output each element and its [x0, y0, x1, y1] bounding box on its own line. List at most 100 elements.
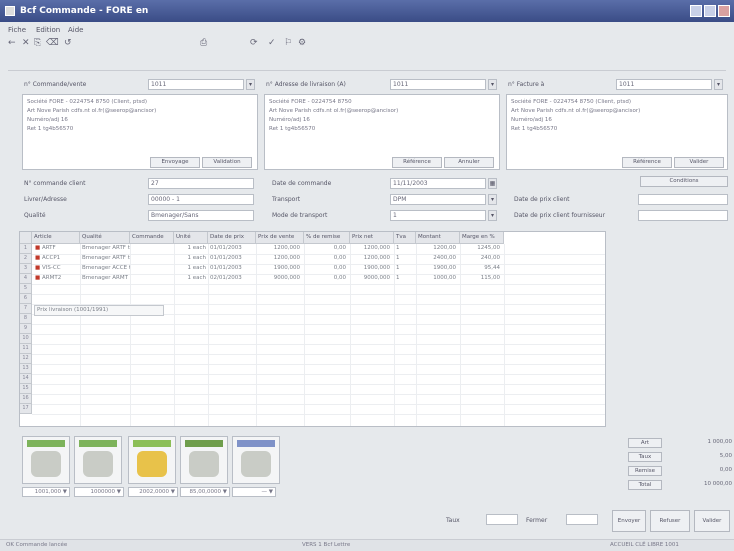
stamp-color-bar	[133, 440, 171, 447]
grid-header-qualite[interactable]: Qualité	[80, 232, 130, 244]
grid-row-line	[32, 344, 605, 345]
valider-button[interactable]: Valider	[694, 510, 730, 532]
row-number[interactable]: 12	[20, 354, 32, 364]
grid-header-tva[interactable]: Tva	[394, 232, 416, 244]
row-number[interactable]: 5	[20, 284, 32, 294]
row-number[interactable]: 7	[20, 304, 32, 314]
product-stamp[interactable]	[22, 436, 70, 484]
facture-reference-button[interactable]: Référence	[622, 157, 672, 168]
address-line: Société FORE - 0224754 8750 (Client, pts…	[27, 99, 148, 105]
mode-transport-input[interactable]: 1	[390, 210, 486, 221]
date-commande-input[interactable]: 11/11/2003	[390, 178, 486, 189]
row-number[interactable]: 9	[20, 324, 32, 334]
grid-header-marge[interactable]: Marge en %	[460, 232, 504, 244]
menu-aide[interactable]: Aide	[68, 26, 83, 34]
table-cell	[130, 255, 174, 264]
row-number[interactable]: 13	[20, 364, 32, 374]
table-cell: 1245,00	[477, 245, 500, 251]
total-button[interactable]: Total	[628, 480, 662, 490]
row-number[interactable]: 8	[20, 314, 32, 324]
mode-transport-dropdown[interactable]: ▾	[488, 210, 497, 221]
remise-button[interactable]: Remise	[628, 466, 662, 476]
commande-validation-button[interactable]: Validation	[202, 157, 252, 168]
grid-row-line	[32, 354, 605, 355]
row-number[interactable]: 1	[20, 244, 32, 254]
qualite-input[interactable]: Bmenager/Sans	[148, 210, 254, 221]
product-stamp[interactable]	[232, 436, 280, 484]
grid-header-prix-net[interactable]: Prix net	[350, 232, 394, 244]
row-number[interactable]: 2	[20, 254, 32, 264]
print-icon[interactable]: ⎙	[200, 38, 207, 48]
fermer-input[interactable]	[566, 514, 598, 525]
back-icon[interactable]: ←	[8, 38, 16, 48]
transport-dropdown[interactable]: ▾	[488, 194, 497, 205]
stamp-value[interactable]: 1000000 ▼	[74, 487, 124, 497]
grid-header-remise[interactable]: % de remise	[304, 232, 350, 244]
grid-note[interactable]: Prix livraison (1001/1991)	[34, 305, 164, 316]
order-lines-grid[interactable]: Article Qualité Commande Unité Date de p…	[19, 231, 606, 427]
table-cell: Bmenager ARMT 2.0	[82, 275, 130, 281]
erase-icon[interactable]: ⌫	[46, 38, 59, 48]
product-stamp[interactable]	[74, 436, 122, 484]
copy-icon[interactable]: ⎘	[34, 38, 41, 48]
maximize-button[interactable]	[704, 5, 716, 17]
settings-icon[interactable]: ⚙	[298, 38, 306, 48]
facture-dropdown[interactable]: ▾	[714, 79, 723, 90]
row-number[interactable]: 14	[20, 374, 32, 384]
taux-input[interactable]	[486, 514, 518, 525]
envoyer-button[interactable]: Envoyer	[612, 510, 646, 532]
row-number[interactable]: 10	[20, 334, 32, 344]
facture-input[interactable]: 1011	[616, 79, 712, 90]
delete-icon[interactable]: ✕	[22, 38, 30, 48]
livraison-annuler-button[interactable]: Annuler	[444, 157, 494, 168]
taux-label: Taux	[446, 517, 460, 524]
table-cell: 9000,000	[363, 275, 390, 281]
refresh-icon[interactable]: ⟳	[250, 38, 258, 48]
row-number[interactable]: 4	[20, 274, 32, 284]
livraison-dropdown[interactable]: ▾	[488, 79, 497, 90]
menu-fiche[interactable]: Fiche	[8, 26, 26, 34]
livraison-reference-button[interactable]: Référence	[392, 157, 442, 168]
check-icon[interactable]: ✓	[268, 38, 276, 48]
grid-header-article[interactable]: Article	[32, 232, 80, 244]
stamp-value[interactable]: — ▼	[232, 487, 276, 497]
row-number[interactable]: 3	[20, 264, 32, 274]
grid-header-unite[interactable]: Unité	[174, 232, 208, 244]
livrer-input[interactable]: 00000 - 1	[148, 194, 254, 205]
grid-header-montant[interactable]: Montant	[416, 232, 460, 244]
facture-valider-button[interactable]: Valider	[674, 157, 724, 168]
stamp-value[interactable]: 1001,000 ▼	[22, 487, 70, 497]
refuser-button[interactable]: Refuser	[650, 510, 690, 532]
grid-header-prix-vente[interactable]: Prix de vente	[256, 232, 304, 244]
minimize-button[interactable]	[690, 5, 702, 17]
row-number[interactable]: 16	[20, 394, 32, 404]
close-button[interactable]	[718, 5, 730, 17]
grid-header-commande[interactable]: Commande	[130, 232, 174, 244]
flag-icon[interactable]: ⚐	[284, 38, 292, 48]
taux-button[interactable]: Taux	[628, 452, 662, 462]
transport-input[interactable]: DPM	[390, 194, 486, 205]
grid-header-date-prix[interactable]: Date de prix	[208, 232, 256, 244]
row-number[interactable]: 11	[20, 344, 32, 354]
commande-input[interactable]: 1011	[148, 79, 244, 90]
cmd-client-input[interactable]: 27	[148, 178, 254, 189]
conditions-button[interactable]: Conditions	[640, 176, 728, 187]
livraison-input[interactable]: 1011	[390, 79, 486, 90]
date-prix-input[interactable]	[638, 194, 728, 205]
undo-icon[interactable]: ↺	[64, 38, 72, 48]
row-number[interactable]: 17	[20, 404, 32, 414]
product-stamp[interactable]	[128, 436, 176, 484]
date-prix-fournisseur-input[interactable]	[638, 210, 728, 221]
transport-label: Transport	[272, 196, 301, 203]
art-button[interactable]: Art	[628, 438, 662, 448]
product-stamp[interactable]	[180, 436, 228, 484]
row-number[interactable]: 6	[20, 294, 32, 304]
grid-row-line	[32, 324, 605, 325]
commande-envoyage-button[interactable]: Envoyage	[150, 157, 200, 168]
stamp-value[interactable]: 85,00,0000 ▼	[180, 487, 230, 497]
row-number[interactable]: 15	[20, 384, 32, 394]
stamp-value[interactable]: 2002,0000 ▼	[128, 487, 178, 497]
menu-edition[interactable]: Edition	[36, 26, 60, 34]
commande-dropdown[interactable]: ▾	[246, 79, 255, 90]
calendar-icon[interactable]: ▦	[488, 178, 497, 189]
